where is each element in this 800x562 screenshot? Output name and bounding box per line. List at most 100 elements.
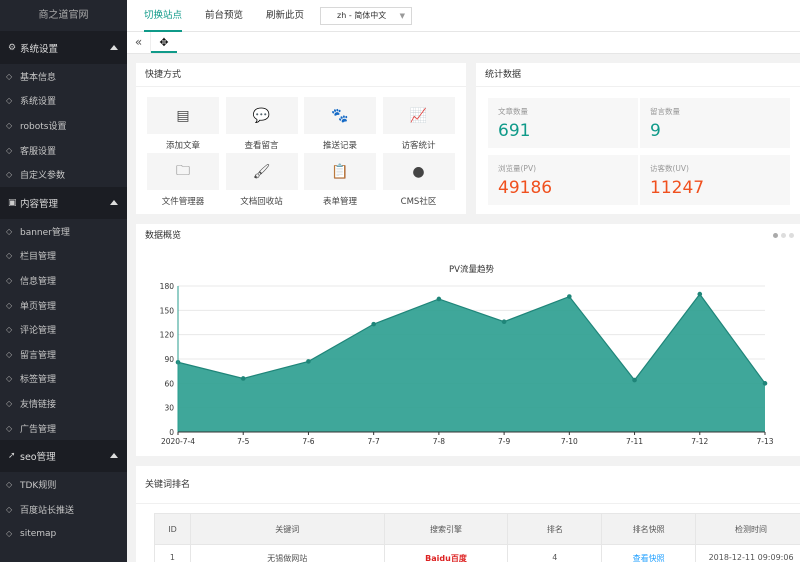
x-tick-label: 7-8 xyxy=(433,437,445,446)
document-icon: ▤ xyxy=(147,97,219,134)
stat-value: 11247 xyxy=(650,178,705,198)
link-icon: ◇ xyxy=(6,398,13,408)
sidebar-item[interactable]: ◇ 标签管理 xyxy=(0,367,127,392)
data-point xyxy=(567,294,572,299)
quick-link[interactable]: 🗀 文件管理器 xyxy=(147,153,219,209)
sidebar-item-label: 百度站长推送 xyxy=(20,505,75,516)
sidebar-item-label: banner管理 xyxy=(20,227,70,238)
sidebar-group-label: seo管理 xyxy=(20,452,56,464)
y-tick-label: 120 xyxy=(160,331,175,340)
comment-icon: ◇ xyxy=(6,325,13,335)
sidebar-item-label: 标签管理 xyxy=(20,375,57,386)
sidebar-group[interactable]: ▣ 内容管理 xyxy=(0,186,127,219)
nav-frontend-preview[interactable]: 前台预览 xyxy=(205,0,243,32)
quick-link[interactable]: 🐾 推送记录 xyxy=(304,97,376,153)
sidebar-item[interactable]: ◇ 基本信息 xyxy=(0,64,127,89)
sidebar-item[interactable]: ◇ 百度站长推送 xyxy=(0,497,127,522)
carousel-dot[interactable] xyxy=(789,233,794,238)
cell-snapshot[interactable]: 查看快照 xyxy=(601,544,697,562)
sidebar-item-label: robots设置 xyxy=(20,121,67,132)
sidebar-item[interactable]: ◇ 广告管理 xyxy=(0,416,127,441)
quick-link[interactable]: 🖌 文档回收站 xyxy=(225,153,298,209)
x-tick-label: 2020-7-4 xyxy=(161,437,195,446)
top-bar: 切换站点 前台预览 刷新此页 zh - 简体中文 ▼ xyxy=(127,0,800,32)
sidebar-item-label: 单页管理 xyxy=(20,301,57,312)
sidebar-item[interactable]: ◇ TDK规则 xyxy=(0,472,127,497)
brush-icon: 🖌 xyxy=(225,153,298,190)
quick-link[interactable]: ▤ 添加文章 xyxy=(147,97,219,153)
sidebar-item-label: 系统设置 xyxy=(20,97,57,108)
sidebar-item[interactable]: ◇ 自定义参数 xyxy=(0,162,127,187)
sidebar-group[interactable]: ⚙ 系统设置 xyxy=(0,32,127,64)
data-point xyxy=(762,381,768,386)
info-icon: ◇ xyxy=(6,275,13,285)
sidebar-item[interactable]: ◇ 评论管理 xyxy=(0,317,127,342)
sidebar-item[interactable]: ◇ banner管理 xyxy=(0,219,127,244)
baidu-logo: Baidu百度 xyxy=(425,554,467,562)
list-icon: ◇ xyxy=(6,251,13,261)
carousel-dot[interactable] xyxy=(773,233,778,238)
sidebar-item-label: 友情链接 xyxy=(20,399,57,410)
sidebar-item-label: 客服设置 xyxy=(20,146,57,157)
headset-icon: ◇ xyxy=(6,145,13,155)
community-icon: ● xyxy=(382,153,455,190)
nav-switch-site[interactable]: 切换站点 xyxy=(144,0,183,32)
quick-link[interactable]: 📈 访客统计 xyxy=(382,97,455,153)
keyword-ranking-card: 关键词排名 ID 关键词 搜索引擎 排名 排名快照 检测时间 1 无锡做网站 Baidu百度 4… xyxy=(136,466,800,562)
carousel-dots[interactable] xyxy=(773,233,794,238)
form-icon: 📋 xyxy=(304,153,376,190)
nav-refresh-page[interactable]: 刷新此页 xyxy=(266,0,304,32)
sidebar-item-label: 信息管理 xyxy=(20,276,57,287)
quick-link[interactable]: 📋 表单管理 xyxy=(304,153,376,209)
cell-keyword: 无锡做网站 xyxy=(189,544,385,562)
stat-box: 留言数量 9 xyxy=(640,98,790,148)
paw-icon: 🐾 xyxy=(304,97,376,134)
cell-engine: Baidu百度 xyxy=(383,544,509,562)
sidebar-item[interactable]: ◇ 栏目管理 xyxy=(0,244,127,269)
data-point xyxy=(697,291,703,297)
quick-link-label: 推送记录 xyxy=(322,141,357,151)
chat-icon: 💬 xyxy=(225,97,298,134)
sidebar-item[interactable]: ◇ 客服设置 xyxy=(0,138,127,163)
home-tab-icon[interactable]: ✥ xyxy=(151,32,177,53)
keyword-ranking-title: 关键词排名 xyxy=(136,466,800,504)
quick-link-label: 文件管理器 xyxy=(161,197,205,207)
sidebar-item[interactable]: ◇ 单页管理 xyxy=(0,293,127,318)
sidebar-nav: ⚙ 系统设置 ◇ 基本信息 ◇ 系统设置 ◇ robots设置 ◇ 客服设置 ◇ 自定义参数 ▣ 内容管理… xyxy=(0,32,127,546)
collapse-sidebar-icon[interactable]: « xyxy=(127,32,151,53)
x-tick-label: 7-13 xyxy=(756,437,773,446)
quick-link[interactable]: ● CMS社区 xyxy=(382,153,455,209)
table-header: 检测时间 xyxy=(695,513,800,545)
quick-link-label: 添加文章 xyxy=(165,141,200,151)
sidebar-item[interactable]: ◇ 友情链接 xyxy=(0,391,127,416)
sidebar-item[interactable]: ◇ sitemap xyxy=(0,522,127,547)
sidebar-item-label: 评论管理 xyxy=(20,326,57,337)
sidebar-item[interactable]: ◇ 系统设置 xyxy=(0,89,127,114)
quick-links-title: 快捷方式 xyxy=(136,63,466,87)
y-tick-label: 60 xyxy=(164,379,174,388)
carousel-dot[interactable] xyxy=(781,233,786,238)
sidebar-item-label: 栏目管理 xyxy=(20,252,57,263)
robot-icon: ◇ xyxy=(6,120,13,130)
overview-card: 数据概览 PV流量趋势 0 30 60 90 120 150 180 2020-7-4 7-5 7-… xyxy=(136,224,800,456)
sliders-icon: ◇ xyxy=(6,170,13,180)
sidebar-group[interactable]: ➚ seo管理 xyxy=(0,440,127,473)
push-icon: ◇ xyxy=(6,504,13,514)
snapshot-link[interactable]: 查看快照 xyxy=(633,554,665,562)
caret-up-icon xyxy=(110,453,118,459)
x-tick-label: 7-7 xyxy=(368,437,380,446)
language-select[interactable]: zh - 简体中文 ▼ xyxy=(320,6,413,25)
chart-line-icon: 📈 xyxy=(382,97,455,134)
sidebar-item[interactable]: ◇ robots设置 xyxy=(0,113,127,138)
quick-link[interactable]: 💬 查看留言 xyxy=(225,97,298,153)
sidebar-item[interactable]: ◇ 信息管理 xyxy=(0,268,127,293)
cell-text: 4 xyxy=(552,553,558,562)
data-point xyxy=(371,321,376,327)
x-tick-label: 7-6 xyxy=(302,437,314,446)
data-point xyxy=(501,319,507,324)
x-tick-label: 7-9 xyxy=(498,437,510,446)
y-tick-label: 30 xyxy=(164,404,174,413)
overview-title: 数据概览 xyxy=(145,231,182,241)
stat-box: 访客数(UV) 11247 xyxy=(640,155,790,205)
sidebar-item[interactable]: ◇ 留言管理 xyxy=(0,342,127,367)
